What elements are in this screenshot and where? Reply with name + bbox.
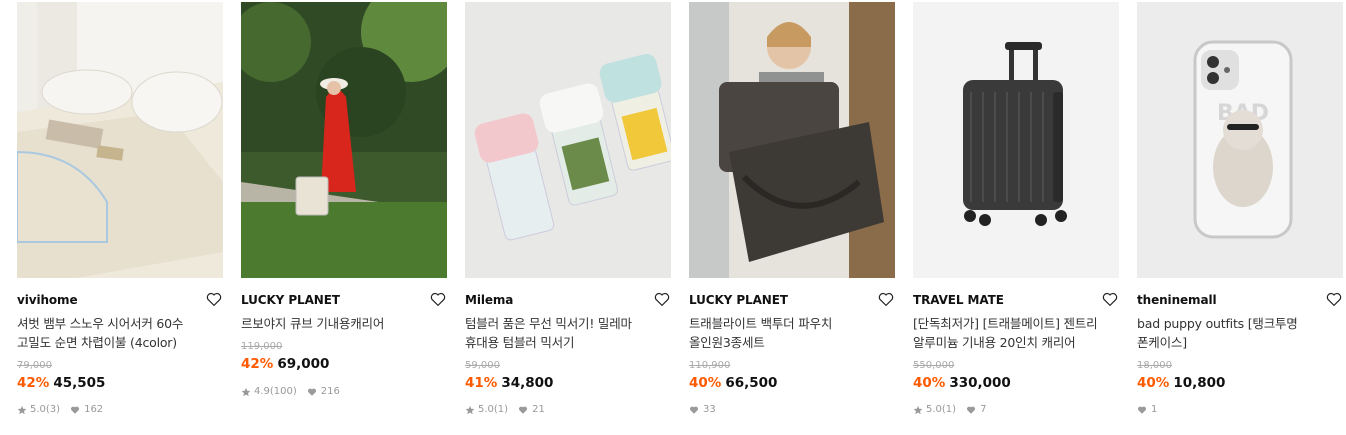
rating-value: 5.0	[926, 404, 942, 415]
sale-price: 45,505	[53, 375, 106, 391]
product-stats: 5.0 (1) 7	[913, 404, 986, 415]
sale-price: 69,000	[277, 356, 330, 372]
product-stats: 1	[1137, 404, 1157, 415]
product-photo	[241, 2, 447, 278]
heart-outline-icon[interactable]	[429, 290, 447, 308]
product-photo: BAD	[1137, 2, 1343, 278]
star-icon	[17, 405, 27, 414]
rating-value: 4.9	[254, 386, 270, 397]
product-title-line: 르보야지 큐브 기내용캐리어	[241, 316, 385, 331]
product-title[interactable]: 텀블러 품은 무선 믹서기! 밀레마 휴대용 텀블러 믹서기	[465, 314, 665, 352]
product-title[interactable]: 르보야지 큐브 기내용캐리어	[241, 314, 441, 333]
rating-value: 5.0	[478, 404, 494, 415]
review-count: (1)	[493, 404, 509, 415]
like-count: 162	[84, 404, 104, 415]
heart-outline-icon[interactable]	[1101, 290, 1119, 308]
product-title-line: 휴대용 텀블러 믹서기	[465, 335, 575, 350]
product-title-line: bad puppy outfits [탱크투명	[1137, 316, 1298, 331]
product-stats: 5.0 (3) 162	[17, 404, 103, 415]
price-line: 40% 10,800	[1137, 375, 1225, 391]
review-count: (3)	[45, 404, 61, 415]
review-count: (1)	[941, 404, 957, 415]
star-icon	[465, 405, 475, 414]
product-title-line: 올인원3종세트	[689, 335, 765, 350]
original-price: 18,000	[1137, 360, 1172, 371]
like-count: 33	[703, 404, 716, 415]
product-title-line: 셔벗 뱀부 스노우 시어서커 60수	[17, 316, 184, 331]
sale-price: 66,500	[725, 375, 778, 391]
original-price: 59,000	[465, 360, 500, 371]
product-photo	[465, 2, 671, 278]
product-title[interactable]: 트래블라이트 백투더 파우치 올인원3종세트	[689, 314, 889, 352]
rating-value: 5.0	[30, 404, 46, 415]
discount-rate: 42%	[241, 356, 274, 372]
product-image[interactable]	[465, 2, 671, 278]
heart-outline-icon[interactable]	[653, 290, 671, 308]
product-brand[interactable]: LUCKY PLANET	[689, 293, 788, 307]
product-brand[interactable]: Milema	[465, 293, 513, 307]
heart-outline-icon[interactable]	[1325, 290, 1343, 308]
heart-filled-icon	[519, 406, 528, 414]
product-image[interactable]	[17, 2, 223, 278]
product-title-line: 폰케이스]	[1137, 335, 1187, 350]
product-photo	[17, 2, 223, 278]
heart-filled-icon	[689, 406, 699, 414]
heart-filled-icon	[967, 406, 976, 414]
heart-outline-icon[interactable]	[877, 290, 895, 308]
original-price: 119,000	[241, 341, 283, 352]
star-icon	[913, 405, 923, 414]
star-icon	[241, 387, 251, 396]
heart-filled-icon	[307, 388, 316, 396]
product-image[interactable]	[241, 2, 447, 278]
product-brand[interactable]: LUCKY PLANET	[241, 293, 340, 307]
like-count: 7	[980, 404, 987, 415]
product-image[interactable]: BAD	[1137, 2, 1343, 278]
like-count: 21	[532, 404, 545, 415]
product-brand[interactable]: TRAVEL MATE	[913, 293, 1004, 307]
product-title-line: 트래블라이트 백투더 파우치	[689, 316, 833, 331]
price-line: 42% 69,000	[241, 356, 329, 372]
review-count: (100)	[269, 386, 297, 397]
price-line: 41% 34,800	[465, 375, 553, 391]
heart-filled-icon	[71, 406, 80, 414]
discount-rate: 40%	[689, 375, 722, 391]
discount-rate: 40%	[913, 375, 946, 391]
product-image[interactable]	[689, 2, 895, 278]
product-title[interactable]: [단독최저가] [트래블메이트] 젠트리 알루미늄 기내용 20인치 캐리어	[913, 314, 1113, 352]
product-title-line: 고밀도 순면 차렵이불 (4color)	[17, 335, 177, 350]
product-photo	[913, 2, 1119, 278]
product-stats: 33	[689, 404, 716, 415]
price-line: 40% 66,500	[689, 375, 777, 391]
sale-price: 330,000	[949, 375, 1011, 391]
product-stats: 5.0 (1) 21	[465, 404, 545, 415]
product-title-line: [단독최저가] [트래블메이트] 젠트리	[913, 316, 1098, 331]
product-title-line: 알루미늄 기내용 20인치 캐리어	[913, 335, 1076, 350]
original-price: 110,900	[689, 360, 731, 371]
product-image[interactable]	[913, 2, 1119, 278]
product-title[interactable]: bad puppy outfits [탱크투명 폰케이스]	[1137, 314, 1337, 352]
product-brand[interactable]: vivihome	[17, 293, 78, 307]
original-price: 550,000	[913, 360, 955, 371]
price-line: 40% 330,000	[913, 375, 1011, 391]
heart-outline-icon[interactable]	[205, 290, 223, 308]
heart-filled-icon	[1137, 406, 1147, 414]
price-line: 42% 45,505	[17, 375, 105, 391]
like-count: 216	[320, 386, 340, 397]
product-stats: 4.9 (100) 216	[241, 386, 340, 397]
product-title[interactable]: 셔벗 뱀부 스노우 시어서커 60수 고밀도 순면 차렵이불 (4color)	[17, 314, 217, 352]
product-photo	[689, 2, 895, 278]
discount-rate: 40%	[1137, 375, 1170, 391]
product-brand[interactable]: theninemall	[1137, 293, 1217, 307]
discount-rate: 42%	[17, 375, 50, 391]
like-count: 1	[1151, 404, 1158, 415]
discount-rate: 41%	[465, 375, 498, 391]
product-grid: vivihome 셔벗 뱀부 스노우 시어서커 60수 고밀도 순면 차렵이불 …	[0, 0, 1346, 435]
sale-price: 34,800	[501, 375, 554, 391]
product-title-line: 텀블러 품은 무선 믹서기! 밀레마	[465, 316, 632, 331]
original-price: 79,000	[17, 360, 52, 371]
sale-price: 10,800	[1173, 375, 1226, 391]
